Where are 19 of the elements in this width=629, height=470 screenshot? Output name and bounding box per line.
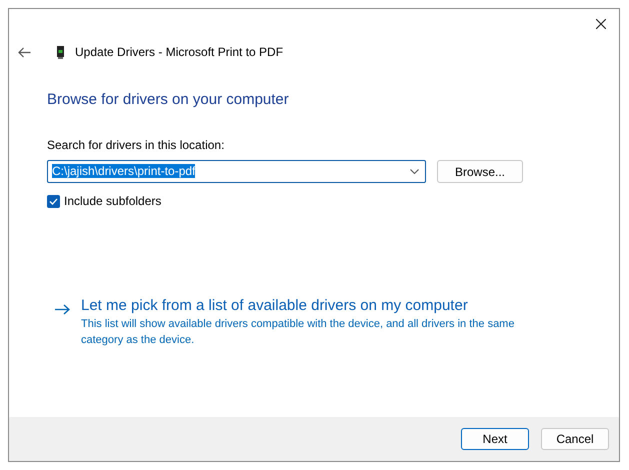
location-combobox[interactable]: C:\jajish\drivers\print-to-pdf [47, 160, 426, 183]
right-arrow-icon [55, 304, 70, 315]
dropdown-chevron-icon [410, 169, 419, 174]
window-title: Update Drivers - Microsoft Print to PDF [75, 44, 284, 61]
checkbox-label: Include subfolders [64, 193, 162, 210]
back-button[interactable] [17, 45, 31, 59]
checkmark-icon [49, 198, 58, 204]
checkbox[interactable] [47, 194, 60, 208]
printer-device-icon [57, 46, 64, 58]
page-heading: Browse for drivers on your computer [47, 90, 290, 110]
pick-driver-description: This list will show available drivers compatible with the device, and all drivers in the same category as the device. [81, 317, 516, 348]
browse-button[interactable]: Browse... [437, 160, 523, 183]
location-label: Search for drivers in this location: [47, 137, 226, 153]
pick-driver-link[interactable]: Let me pick from a list of available drivers on my computer [81, 296, 526, 316]
back-arrow-icon [18, 46, 30, 58]
cancel-button[interactable]: Cancel [541, 428, 609, 450]
location-value: C:\jajish\drivers\print-to-pdf [52, 164, 196, 179]
next-button[interactable]: Next [461, 428, 529, 450]
close-icon [596, 19, 606, 29]
